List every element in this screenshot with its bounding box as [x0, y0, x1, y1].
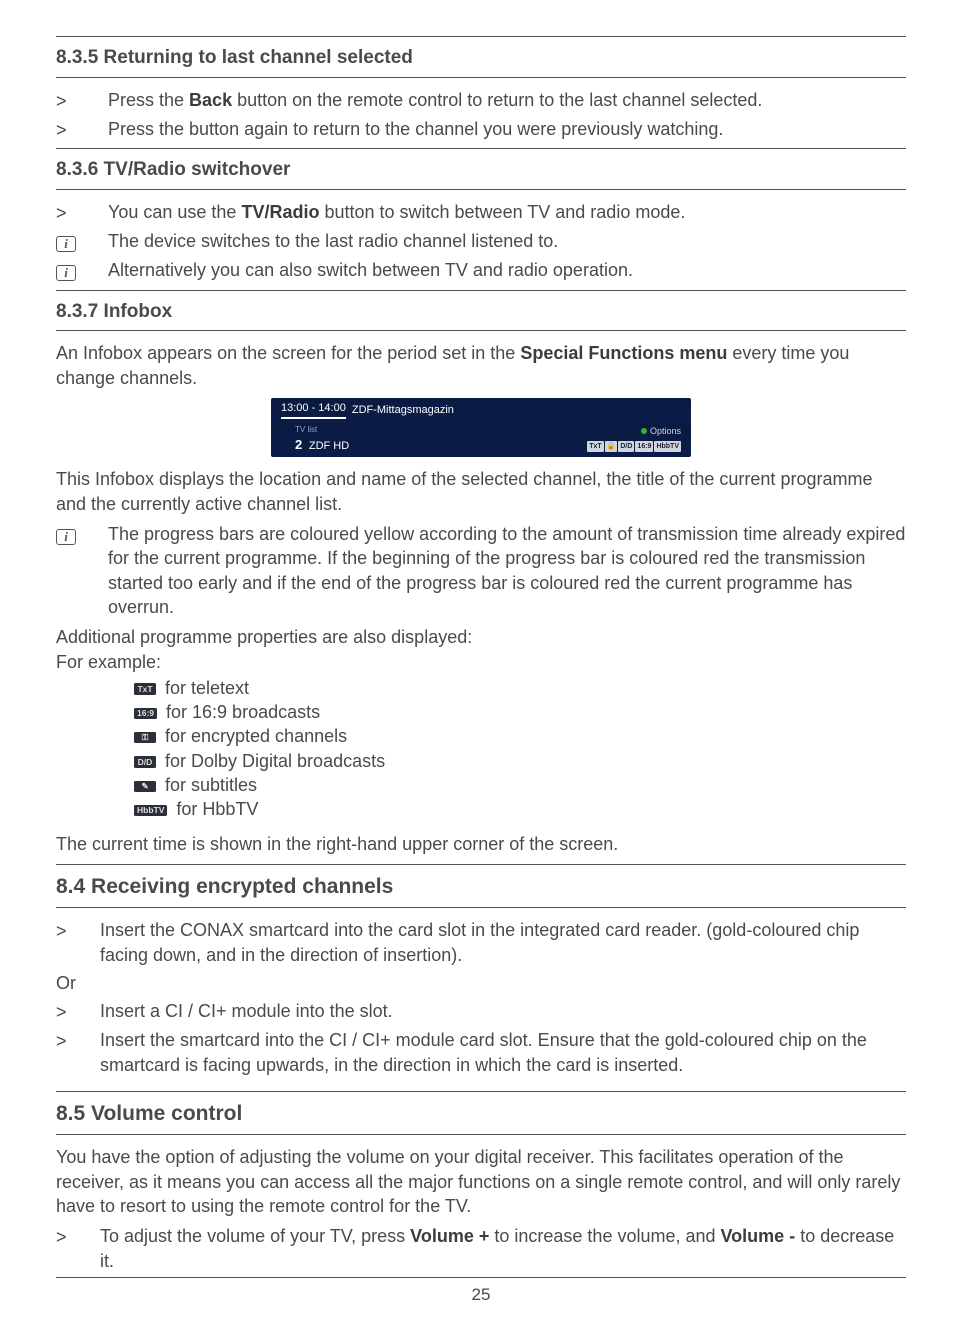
marker-gt: >	[56, 999, 100, 1024]
mini-tag: D/D	[618, 441, 634, 451]
text-84-2: Insert a CI / CI+ module into the slot.	[100, 999, 906, 1024]
t85-1b: to increase the volume, and	[489, 1226, 720, 1246]
for-example-837: For example:	[56, 650, 906, 674]
prop-dd-label: for Dolby Digital broadcasts	[160, 751, 385, 771]
teletext-icon: TxT	[134, 683, 156, 695]
item-835-2: > Press the button again to return to th…	[56, 117, 906, 142]
marker-gt: >	[56, 1224, 100, 1273]
t837-intro-a: An Infobox appears on the screen for the…	[56, 343, 520, 363]
info-icon: i	[56, 265, 76, 281]
subtitles-icon: ✎	[134, 781, 156, 793]
item-84-3: > Insert the smartcard into the CI / CI+…	[56, 1028, 906, 1077]
sf-menu-label: Special Functions menu	[520, 343, 727, 363]
prop-teletext: TxT for teletext	[134, 676, 906, 700]
text-835-1: Press the Back button on the remote cont…	[108, 88, 906, 113]
prop-dolby: D/D for Dolby Digital broadcasts	[134, 749, 906, 773]
text-84-3: Insert the smartcard into the CI / CI+ m…	[100, 1028, 906, 1077]
tvradio-label: TV/Radio	[241, 202, 319, 222]
hbbtv-icon: HbbTV	[134, 805, 167, 817]
time-note-837: The current time is shown in the right-h…	[56, 832, 906, 856]
info-icon: i	[56, 529, 76, 545]
item-835-1: > Press the Back button on the remote co…	[56, 88, 906, 113]
text-836-2: The device switches to the last radio ch…	[108, 229, 906, 254]
item-836-1: > You can use the TV/Radio button to swi…	[56, 200, 906, 225]
mini-tag: HbbTV	[654, 441, 681, 451]
intro-837: An Infobox appears on the screen for the…	[56, 341, 906, 390]
or-84: Or	[56, 971, 906, 995]
marker-gt: >	[56, 200, 108, 225]
prop-enc-label: for encrypted channels	[160, 726, 347, 746]
marker-gt: >	[56, 88, 108, 113]
item-84-2: > Insert a CI / CI+ module into the slot…	[56, 999, 906, 1024]
prop-hbb-label: for HbbTV	[171, 799, 258, 819]
infobox-tags: TxT🔒D/D16:9HbbTV	[586, 439, 681, 453]
prop-169-label: for 16:9 broadcasts	[161, 702, 320, 722]
back-label: Back	[189, 90, 232, 110]
infobox-chname: ZDF HD	[309, 440, 349, 452]
prop-teletext-label: for teletext	[160, 678, 249, 698]
props-list: TxT for teletext 16:9 for 16:9 broadcast…	[56, 676, 906, 822]
prop-hbbtv: HbbTV for HbbTV	[134, 797, 906, 821]
heading-85: 8.5 Volume control	[56, 1091, 906, 1135]
infobox-time: 13:00 - 14:00	[281, 401, 346, 419]
info-marker: i	[56, 522, 108, 619]
mini-tag: 16:9	[635, 441, 653, 451]
heading-835: 8.3.5 Returning to last channel selected	[56, 36, 906, 78]
info-marker: i	[56, 258, 108, 283]
marker-gt: >	[56, 117, 108, 142]
page-number: 25	[56, 1284, 906, 1307]
t85-1a: To adjust the volume of your TV, press	[100, 1226, 410, 1246]
infobox-tvlist: TV list	[295, 425, 349, 436]
infobox-options: Options	[650, 426, 681, 436]
info-icon: i	[56, 236, 76, 252]
item-85-1: > To adjust the volume of your TV, press…	[56, 1224, 906, 1273]
heading-84: 8.4 Receiving encrypted channels	[56, 864, 906, 908]
aspect-169-icon: 16:9	[134, 708, 157, 720]
item-84-1: > Insert the CONAX smartcard into the ca…	[56, 918, 906, 967]
text-84-1: Insert the CONAX smartcard into the card…	[100, 918, 906, 967]
add-props-837: Additional programme properties are also…	[56, 625, 906, 649]
t836-1b: button to switch between TV and radio mo…	[319, 202, 685, 222]
prop-169: 16:9 for 16:9 broadcasts	[134, 700, 906, 724]
text-837-info: The progress bars are coloured yellow ac…	[108, 522, 906, 619]
key-icon: ⚿	[134, 732, 156, 744]
t835-1a: Press the	[108, 90, 189, 110]
text-836-1: You can use the TV/Radio button to switc…	[108, 200, 906, 225]
item-836-3: i Alternatively you can also switch betw…	[56, 258, 906, 283]
t835-1b: button on the remote control to return t…	[232, 90, 762, 110]
item-836-2: i The device switches to the last radio …	[56, 229, 906, 254]
prop-encrypted: ⚿ for encrypted channels	[134, 724, 906, 748]
text-85-1: To adjust the volume of your TV, press V…	[100, 1224, 906, 1273]
prop-subtitles: ✎ for subtitles	[134, 773, 906, 797]
green-dot-icon	[641, 428, 647, 434]
item-837-info: i The progress bars are coloured yellow …	[56, 522, 906, 619]
t836-1a: You can use the	[108, 202, 241, 222]
infobox-chno: 2	[295, 437, 302, 452]
after-img-837: This Infobox displays the location and n…	[56, 467, 906, 516]
infobox-left: TV list 2 ZDF HD	[295, 425, 349, 454]
infobox-illustration: 13:00 - 14:00 ZDF-Mittagsmagazin TV list…	[271, 398, 691, 457]
intro-85: You have the option of adjusting the vol…	[56, 1145, 906, 1218]
infobox-title: ZDF-Mittagsmagazin	[352, 403, 454, 418]
mini-tag: 🔒	[605, 441, 618, 451]
vol-plus-label: Volume +	[410, 1226, 489, 1246]
prop-sub-label: for subtitles	[160, 775, 257, 795]
text-836-3: Alternatively you can also switch betwee…	[108, 258, 906, 283]
infobox-top: 13:00 - 14:00 ZDF-Mittagsmagazin	[271, 398, 691, 422]
info-marker: i	[56, 229, 108, 254]
heading-837: 8.3.7 Infobox	[56, 290, 906, 332]
marker-gt: >	[56, 918, 100, 967]
vol-minus-label: Volume -	[721, 1226, 796, 1246]
text-835-2: Press the button again to return to the …	[108, 117, 906, 142]
heading-836: 8.3.6 TV/Radio switchover	[56, 148, 906, 190]
mini-tag: TxT	[587, 441, 603, 451]
infobox-right: Options TxT🔒D/D16:9HbbTV	[586, 425, 681, 454]
marker-gt: >	[56, 1028, 100, 1077]
dolby-icon: D/D	[134, 756, 156, 768]
infobox-bottom: TV list 2 ZDF HD Options TxT🔒D/D16:9HbbT…	[271, 422, 691, 458]
bottom-rule	[56, 1277, 906, 1278]
